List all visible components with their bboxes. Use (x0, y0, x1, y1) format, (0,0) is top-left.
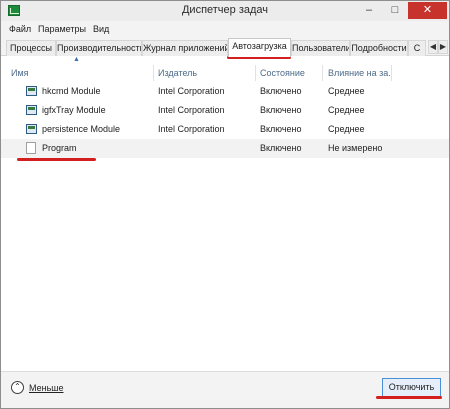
row-impact: Среднее (328, 86, 365, 96)
row-impact: Среднее (328, 105, 365, 115)
tab-scroll-right-icon[interactable]: ▶ (438, 40, 448, 54)
row-status: Включено (260, 143, 302, 153)
column-divider[interactable] (255, 65, 256, 81)
footer-bar: ⌃ Меньше Отключить (1, 371, 449, 408)
tab-performance[interactable]: Производительность (56, 40, 142, 56)
table-row[interactable]: igfxTray Module Intel Corporation Включе… (1, 101, 449, 120)
tab-strip: Процессы Производительность Журнал прило… (1, 38, 449, 57)
close-button[interactable]: ✕ (408, 2, 447, 19)
row-status: Включено (260, 124, 302, 134)
row-status: Включено (260, 105, 302, 115)
tab-users[interactable]: Пользователи (291, 40, 350, 56)
table-row[interactable]: hkcmd Module Intel Corporation Включено … (1, 82, 449, 101)
column-divider[interactable] (391, 65, 392, 81)
tab-scroll-left-icon[interactable]: ◀ (428, 40, 438, 54)
row-impact: Среднее (328, 124, 365, 134)
tab-services[interactable]: С (408, 40, 426, 56)
tab-app-history[interactable]: Журнал приложений (142, 40, 228, 56)
file-icon (26, 142, 36, 154)
column-divider[interactable] (153, 65, 154, 81)
column-header-impact[interactable]: Влияние на за... (328, 68, 390, 78)
table-header: Имя Издатель Состояние Влияние на за... (1, 64, 449, 82)
tab-processes[interactable]: Процессы (6, 40, 56, 56)
tab-startup[interactable]: Автозагрузка (228, 38, 291, 57)
disable-button[interactable]: Отключить (382, 378, 441, 397)
menu-bar: Файл Параметры Вид (1, 21, 449, 38)
column-header-status[interactable]: Состояние (260, 68, 305, 78)
row-name: igfxTray Module (42, 105, 106, 115)
table-row[interactable]: persistence Module Intel Corporation Вкл… (1, 120, 449, 139)
annotation-underline-disable-button (376, 396, 442, 399)
row-name: persistence Module (42, 124, 121, 134)
app-icon (26, 105, 37, 115)
app-icon (26, 86, 37, 96)
column-header-name[interactable]: Имя (11, 68, 29, 78)
title-bar[interactable]: Диспетчер задач – □ ✕ (1, 1, 449, 21)
menu-file[interactable]: Файл (9, 24, 31, 34)
row-impact: Не измерено (328, 143, 383, 153)
row-publisher: Intel Corporation (158, 105, 225, 115)
row-name: Program (42, 143, 77, 153)
fewer-details-link[interactable]: Меньше (29, 383, 64, 393)
row-name: hkcmd Module (42, 86, 101, 96)
row-publisher: Intel Corporation (158, 124, 225, 134)
app-icon (26, 124, 37, 134)
sort-ascending-icon: ▲ (73, 56, 80, 63)
chevron-up-icon[interactable]: ⌃ (11, 381, 24, 394)
minimize-button[interactable]: – (356, 2, 382, 19)
task-manager-window: Диспетчер задач – □ ✕ Файл Параметры Вид… (0, 0, 450, 409)
menu-view[interactable]: Вид (93, 24, 109, 34)
column-header-publisher[interactable]: Издатель (158, 68, 197, 78)
maximize-button[interactable]: □ (382, 2, 408, 19)
tab-details[interactable]: Подробности (350, 40, 408, 56)
row-publisher: Intel Corporation (158, 86, 225, 96)
menu-options[interactable]: Параметры (38, 24, 86, 34)
annotation-underline-program-row (17, 158, 96, 161)
column-divider[interactable] (322, 65, 323, 81)
row-status: Включено (260, 86, 302, 96)
table-row-selected[interactable]: Program Включено Не измерено (1, 139, 449, 158)
